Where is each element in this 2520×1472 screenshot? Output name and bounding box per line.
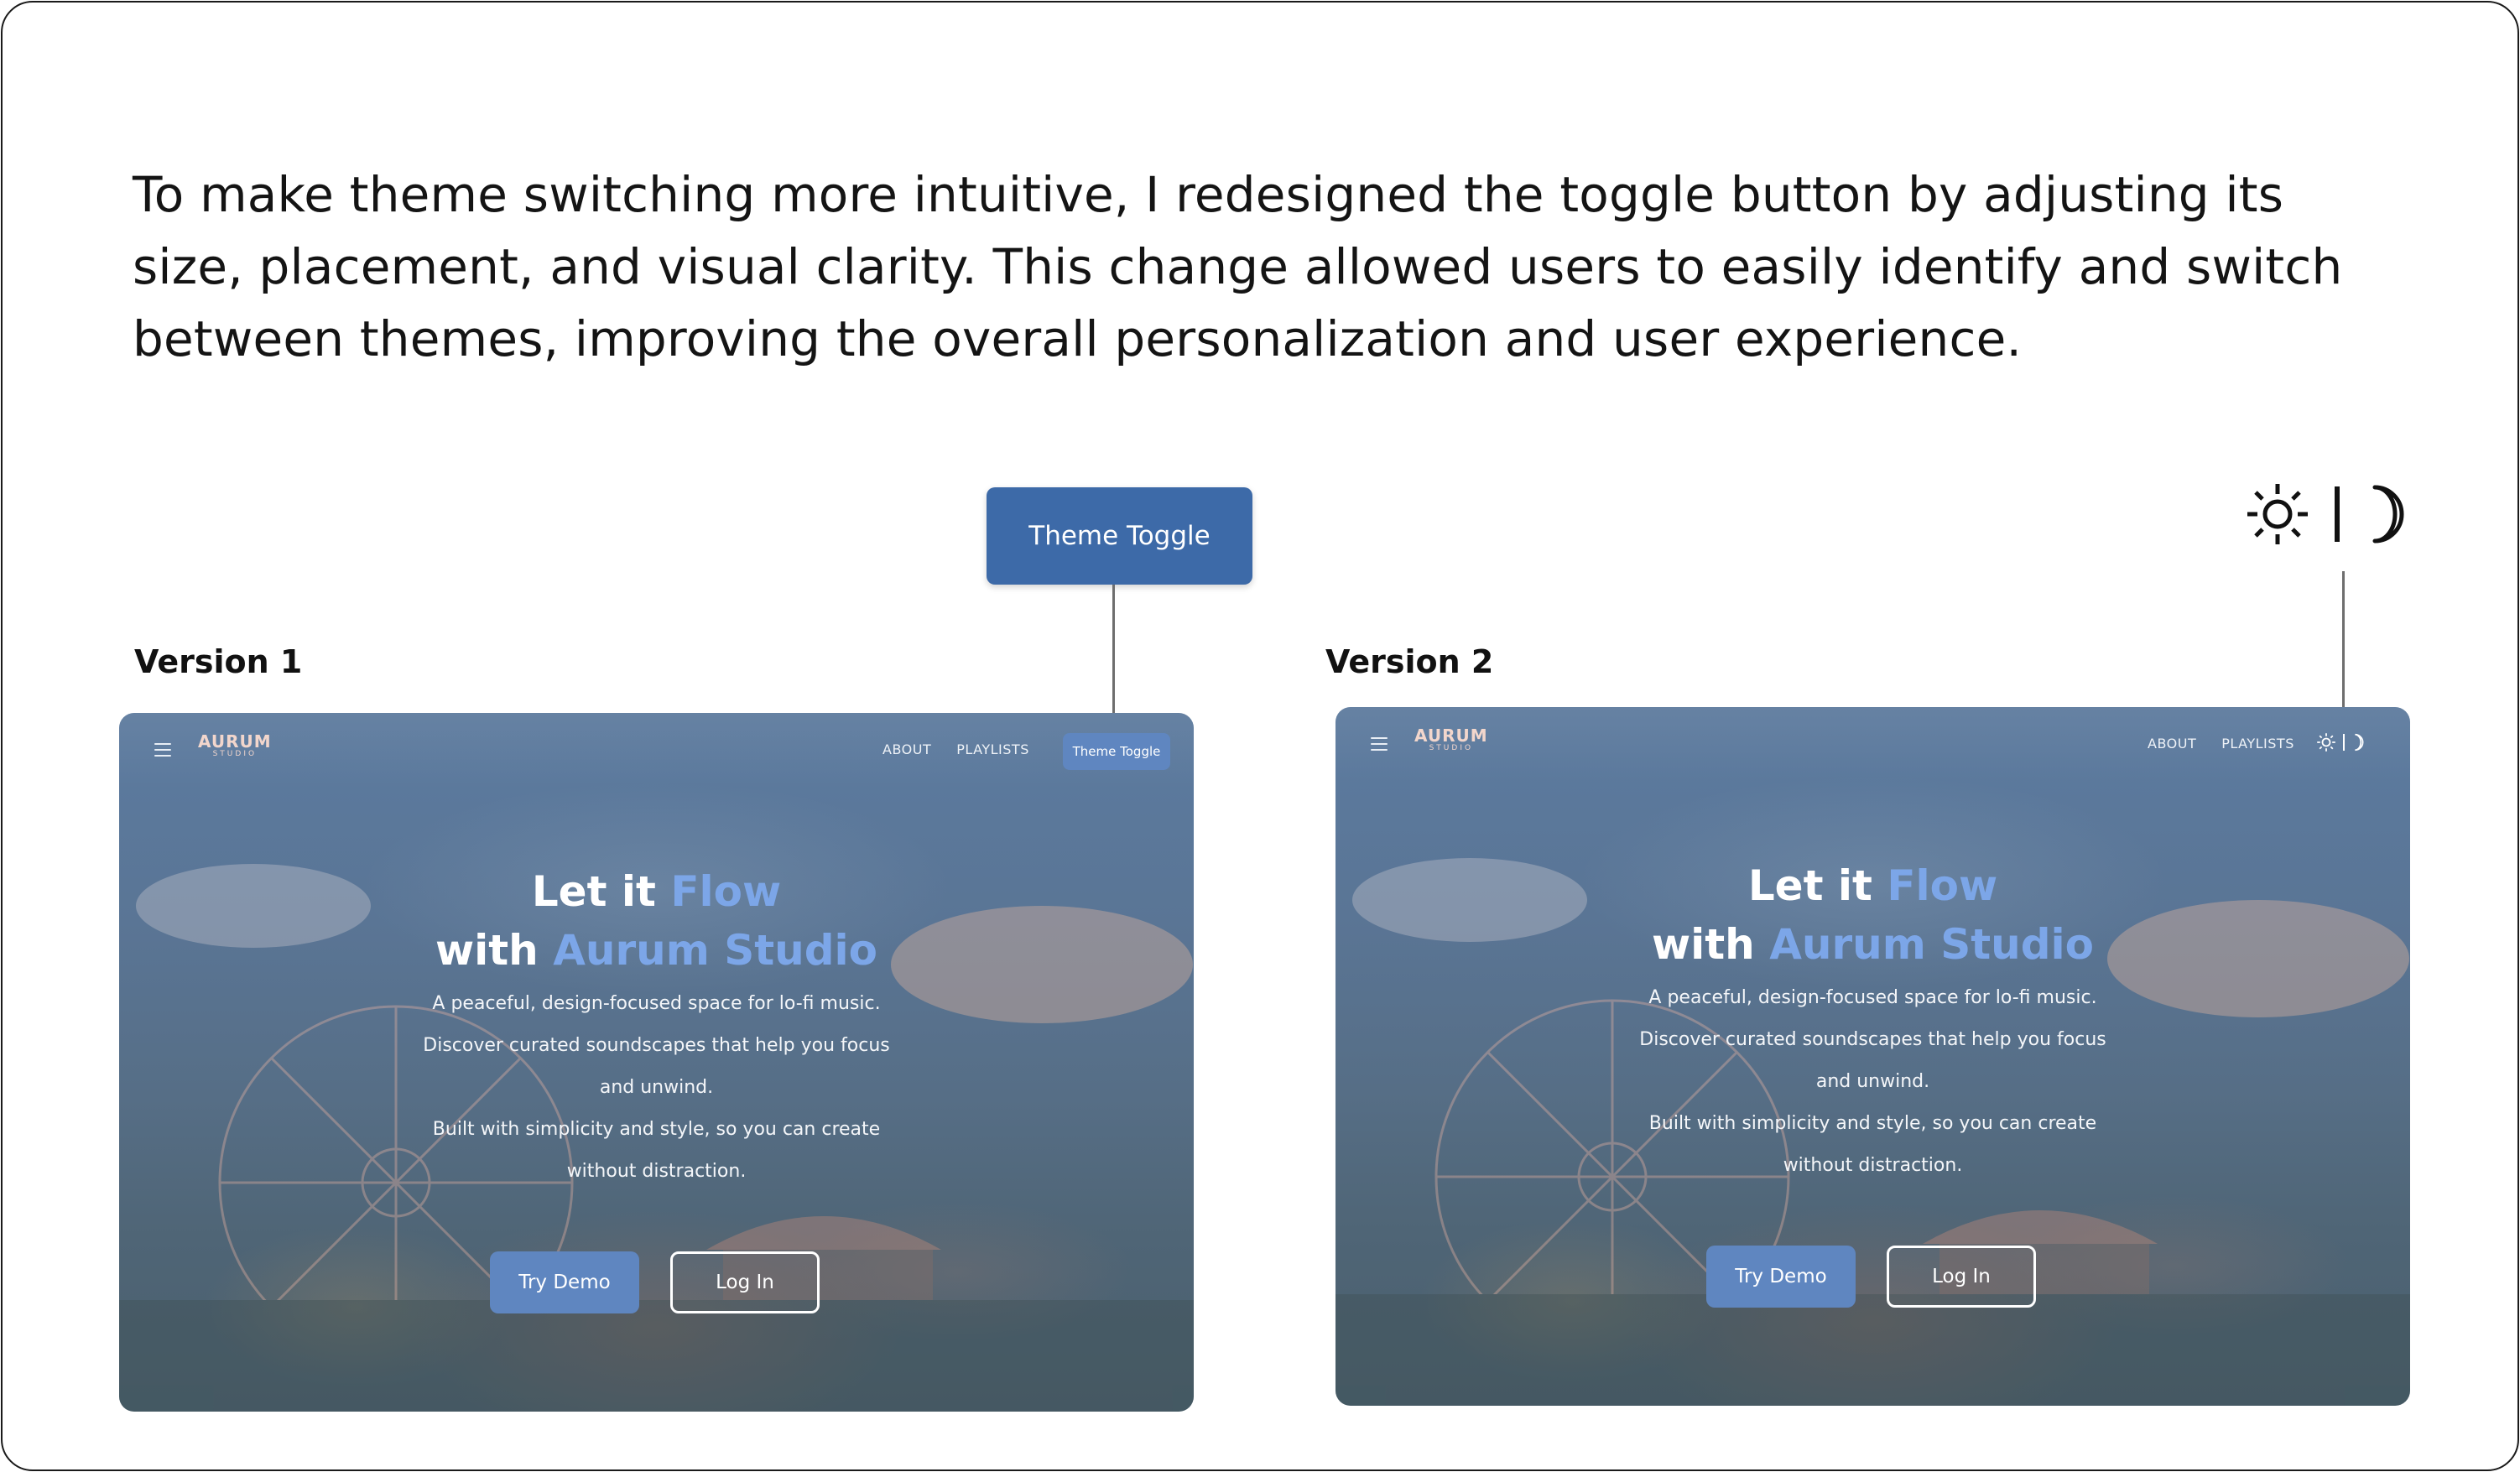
hero-title-accent: Aurum Studio <box>1769 920 2095 969</box>
version-2-label: Version 2 <box>1325 643 1494 680</box>
nav-about-link[interactable]: ABOUT <box>883 741 931 757</box>
version-1-label: Version 1 <box>134 643 303 680</box>
hero-desc-line: Discover curated soundscapes that help y… <box>1639 1029 2106 1050</box>
log-in-button[interactable]: Log In <box>670 1251 820 1313</box>
moon-icon <box>2372 485 2404 544</box>
try-demo-button[interactable]: Try Demo <box>490 1251 639 1313</box>
sun-icon[interactable] <box>2316 732 2336 752</box>
theme-toggle-callout: Theme Toggle <box>987 487 1252 585</box>
nav-playlists-link[interactable]: PLAYLISTS <box>2221 736 2294 752</box>
mockup-screen-v1: AURUM STUDIO ABOUT PLAYLISTS Theme Toggl… <box>119 713 1194 1412</box>
hamburger-menu-icon[interactable] <box>1371 737 1388 751</box>
hero-desc-line: without distraction. <box>1783 1155 1963 1176</box>
hero-description: A peaceful, design-focused space for lo-… <box>1335 977 2410 1187</box>
hero-title-accent: Flow <box>1887 861 1998 910</box>
theme-divider <box>2335 486 2340 542</box>
try-demo-button[interactable]: Try Demo <box>1706 1246 1856 1308</box>
hero-description: A peaceful, design-focused space for lo-… <box>119 983 1194 1193</box>
callout-connector-v2 <box>2342 571 2345 710</box>
sun-icon <box>2247 484 2308 544</box>
hero-desc-line: Built with simplicity and style, so you … <box>1648 1113 2097 1134</box>
hero-title: Let it Flow with Aurum Studio <box>1335 856 2410 974</box>
hero-title-accent: Flow <box>670 867 782 916</box>
log-in-button[interactable]: Log In <box>1887 1246 2036 1308</box>
logo[interactable]: AURUM STUDIO <box>198 731 272 758</box>
nav-links: ABOUT PLAYLISTS <box>883 741 1029 757</box>
logo[interactable]: AURUM STUDIO <box>1414 726 1488 752</box>
hero-title: Let it Flow with Aurum Studio <box>119 862 1194 980</box>
hero-title-accent: Aurum Studio <box>553 926 878 975</box>
nav-playlists-link[interactable]: PLAYLISTS <box>956 741 1029 757</box>
logo-wordmark: AURUM <box>198 731 272 752</box>
hero-desc-line: Discover curated soundscapes that help y… <box>423 1035 890 1056</box>
navbar <box>119 713 1194 787</box>
nav-about-link[interactable]: ABOUT <box>2148 736 2196 752</box>
mockup-screen-v2: AURUM STUDIO ABOUT PLAYLISTS Let it Flow… <box>1335 707 2410 1406</box>
theme-icon-toggle <box>2316 732 2366 752</box>
hero-desc-line: A peaceful, design-focused space for lo-… <box>432 993 881 1014</box>
hero-desc-line: Built with simplicity and style, so you … <box>432 1119 881 1140</box>
callout-connector-v1 <box>1112 585 1115 717</box>
case-study-frame: To make theme switching more intuitive, … <box>1 1 2519 1471</box>
theme-divider <box>2343 734 2345 751</box>
moon-icon[interactable] <box>2351 733 2366 752</box>
nav-links: ABOUT PLAYLISTS <box>2148 736 2294 752</box>
theme-toggle-button[interactable]: Theme Toggle <box>1063 733 1170 770</box>
hamburger-menu-icon[interactable] <box>154 743 171 757</box>
hero-desc-line: and unwind. <box>599 1077 714 1098</box>
theme-icons-callout <box>2244 479 2445 549</box>
hero-title-part: with <box>435 926 554 975</box>
hero-title-part: Let it <box>1747 861 1887 910</box>
hero-desc-line: without distraction. <box>566 1161 747 1182</box>
hero-title-part: with <box>1651 920 1770 969</box>
intro-paragraph: To make theme switching more intuitive, … <box>133 166 2343 367</box>
hero-title-part: Let it <box>531 867 671 916</box>
logo-wordmark: AURUM <box>1414 726 1488 746</box>
hero-desc-line: A peaceful, design-focused space for lo-… <box>1648 987 2097 1008</box>
hero-desc-line: and unwind. <box>1815 1071 1930 1092</box>
